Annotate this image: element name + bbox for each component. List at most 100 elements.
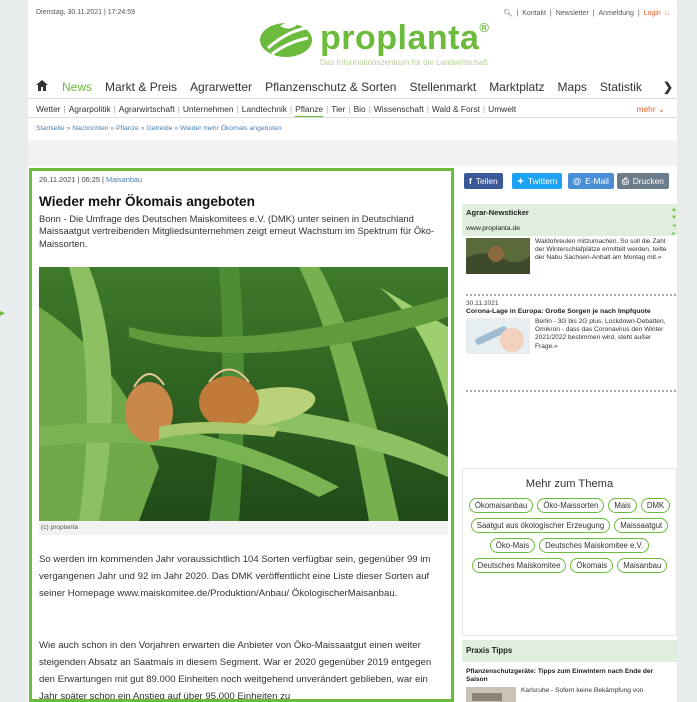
leaf-logo-icon [260,22,312,57]
subnav-umwelt[interactable]: Umwelt [488,104,516,118]
main-nav: News Markt & Preis Agrarwetter Pflanzens… [36,78,677,96]
nav-news[interactable]: News [62,80,92,94]
subnav-more-button[interactable]: mehr ⌄ [637,104,665,114]
tag[interactable]: Saatgut aus ökologischer Erzeugung [470,518,611,533]
share-facebook-button[interactable]: f Teilen [464,173,503,189]
at-icon: @ [573,176,582,186]
photo-caption: (c) proplanta [39,521,448,535]
tag[interactable]: Maissaatgut [614,518,669,533]
share-email-label: E-Mail [585,176,609,186]
top-bar: Dienstag, 30.11.2021 | 17:24:59 🔍︎ | Kon… [36,9,669,17]
tag-list: Ökomaisanbau Öko-Maissorten Mais DMK Saa… [463,498,676,573]
ticker-item[interactable]: Waldohreulen mitzumachen. So soll die Za… [466,238,675,274]
subnav-wissenschaft[interactable]: Wissenschaft [374,104,424,118]
ticker-image [466,238,530,274]
newsticker-header: Agrar-Newsticker www.proplanta.de [462,204,677,236]
separator: | [549,10,552,17]
login-link[interactable]: Login [644,10,661,17]
tag[interactable]: Ökomaisanbau [468,498,534,513]
ticker-text: Waldohreulen mitzumachen. So soll die Za… [535,238,667,262]
ticker-text: Berlin - 3G bis 2G plus, Lockdown-Debatt… [535,318,666,350]
breadcrumb[interactable]: Startseite » Nachrichten » Pflanze » Get… [36,125,282,132]
link-kontakt[interactable]: Kontakt [522,10,546,17]
article-meta: 26.11.2021 | 06:25 | Maisanbau [39,175,142,184]
logo-wordmark: proplanta® [320,21,490,55]
subnav-landtechnik[interactable]: Landtechnik [242,104,287,118]
related-topics-title: Mehr zum Thema [525,478,614,490]
subnav-agrarwirtschaft[interactable]: Agrarwirtschaft [119,104,175,118]
subnav-bio[interactable]: Bio [354,104,366,118]
praxis-title: Praxis Tipps [462,640,677,662]
tag[interactable]: Deutsches Maiskomitee [471,558,567,573]
article-paragraph-2: Wie auch schon in den Vorjahren erwarten… [39,640,432,702]
ticker-title: Corona-Lage in Europa: Große Sorgen je n… [466,308,651,315]
praxis-item-title[interactable]: Pflanzenschutzgeräte: Tipps zum Einwinte… [466,668,673,684]
nav-markt-preis[interactable]: Markt & Preis [105,80,177,94]
logo-tagline: Das Informationszentrum für die Landwirt… [320,58,488,67]
tag[interactable]: Öko-Mais [489,538,536,553]
share-facebook-label: Teilen [475,176,498,186]
newsticker-url[interactable]: www.proplanta.de [466,225,673,232]
side-arrow-icon: ▸ [0,308,6,319]
more-label: mehr [636,104,656,114]
ad-strip [28,140,677,166]
twitter-icon: ✦ [517,176,525,186]
chevron-down-icon: ⌄ [657,104,665,114]
page: Dienstag, 30.11.2021 | 17:24:59 🔍︎ | Kon… [28,0,677,702]
tag[interactable]: Ökomais [570,558,614,573]
print-button[interactable]: ⎙ Drucken [617,173,669,189]
subnav-unternehmen[interactable]: Unternehmen [183,104,234,118]
logo[interactable]: proplanta® [258,18,490,58]
article-lead: Bonn - Die Umfrage des Deutschen Maiskom… [39,213,435,249]
share-twitter-label: Twittern [528,176,558,186]
separator: | [637,10,640,17]
praxis-item[interactable]: Karlsruhe - Sofern keine Bekämpfung von [466,687,673,702]
subnav-wetter[interactable]: Wetter [36,104,61,118]
printer-icon: ⎙ [622,175,629,186]
top-links: 🔍︎ | Kontakt | Newsletter | Anmeldung | … [502,9,669,17]
nav-agrarwetter[interactable]: Agrarwetter [190,80,252,94]
tag[interactable]: Maisanbau [617,558,668,573]
ticker-controls[interactable]: ▲ ▼ ◂ ▸ [671,206,677,238]
article-title: Wieder mehr Ökomais angeboten [39,194,255,209]
nav-marktplatz[interactable]: Marktplatz [489,80,544,94]
tag[interactable]: DMK [640,498,671,513]
praxis-tipps: Praxis Tipps Pflanzenschutzgeräte: Tipps… [462,640,677,702]
related-topics: Mehr zum Thema Ökomaisanbau Öko-Maissort… [462,468,677,636]
ticker-item[interactable]: 30.11.2021 Corona-Lage in Europa: Große … [466,300,675,354]
ticker-separator [466,294,676,296]
newsticker: Agrar-Newsticker www.proplanta.de ▲ ▼ ◂ ▸ W… [462,204,677,392]
share-email-button[interactable]: @ E-Mail [568,173,614,189]
facebook-icon: f [469,176,472,186]
newsticker-title: Agrar-Newsticker [466,208,529,217]
link-newsletter[interactable]: Newsletter [556,10,589,17]
nav-maps[interactable]: Maps [558,80,587,94]
nav-stellenmarkt[interactable]: Stellenmarkt [409,80,476,94]
share-twitter-button[interactable]: ✦ Twittern [512,173,563,189]
nav-divider [28,98,677,99]
subnav-wald-forst[interactable]: Wald & Forst [432,104,480,118]
praxis-image [466,687,516,702]
tag[interactable]: Deutsches Maiskomitee e.V. [539,538,650,553]
logo-name: proplanta [320,19,480,57]
search-icon[interactable]: 🔍︎ [504,10,513,17]
praxis-item-text: Karlsruhe - Sofern keine Bekämpfung von [521,687,644,694]
sub-nav: Wetter | Agrarpolitik | Agrarwirtschaft | U… [36,104,669,118]
link-anmeldung[interactable]: Anmeldung [599,10,634,17]
article-category[interactable]: Maisanbau [106,175,142,184]
subnav-tier[interactable]: Tier [331,104,345,118]
subnav-agrarpolitik[interactable]: Agrarpolitik [69,104,111,118]
nav-pflanzenschutz[interactable]: Pflanzenschutz & Sorten [265,80,396,94]
chevron-right-icon[interactable]: ❯ [663,80,673,94]
print-label: Drucken [632,176,664,186]
logo-reg: ® [479,20,490,35]
article-paragraph-1: So werden im kommenden Jahr voraussichtl… [39,554,431,599]
ticker-date: 30.11.2021 [466,300,499,307]
tag[interactable]: Mais [608,498,637,513]
tag[interactable]: Öko-Maissorten [537,498,605,513]
separator: | [592,10,595,17]
home-icon[interactable] [36,80,52,94]
nav-statistik[interactable]: Statistik [600,80,642,94]
subnav-pflanze[interactable]: Pflanze [295,104,324,118]
separator: | [516,10,519,17]
